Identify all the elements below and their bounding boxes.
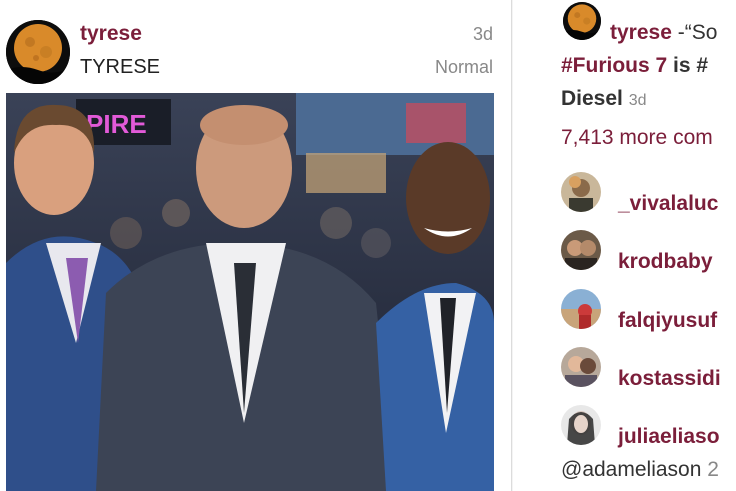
comment-username[interactable]: juliaeliaso (618, 425, 720, 449)
comment-reply: @adameliason 2 (561, 458, 719, 482)
post-age: 3d (472, 24, 493, 44)
caption-line-2: #Furious 7 is # (561, 54, 708, 78)
comment-username[interactable]: krodbaby (618, 250, 713, 274)
comment-username[interactable]: _vivalaluc (618, 192, 718, 216)
caption-line-1: tyrese -“So (610, 21, 717, 45)
caption-line3-text: Diesel (561, 87, 623, 110)
comment-item: juliaeliaso (561, 405, 736, 449)
user-avatar-icon[interactable] (6, 20, 70, 84)
comments-panel: tyrese -“So #Furious 7 is # Diesel 3d 7,… (513, 0, 736, 491)
comment-item: krodbaby (561, 230, 736, 274)
comment-item: kostassidi (561, 347, 736, 391)
post-filter: Normal (434, 57, 493, 77)
photo-sign-text: PIRE (86, 109, 147, 139)
caption-line-3: Diesel 3d (561, 87, 647, 111)
caption-text-start: -“So (671, 21, 718, 44)
post-username[interactable]: tyrese (80, 22, 142, 46)
reply-mention[interactable]: @adameliason (561, 458, 701, 481)
more-comments-link[interactable]: 7,413 more com (561, 126, 713, 150)
comment-username[interactable]: falqiyusuf (618, 309, 717, 333)
commenter-avatar-icon[interactable] (561, 405, 601, 445)
post-photo[interactable]: PIRE (6, 93, 494, 491)
caption-username[interactable]: tyrese (610, 21, 672, 44)
reply-age: 2 (701, 458, 719, 481)
caption-avatar-icon[interactable] (563, 2, 601, 40)
comment-item: falqiyusuf (561, 289, 736, 333)
commenter-avatar-icon[interactable] (561, 230, 601, 270)
comment-username[interactable]: kostassidi (618, 367, 721, 391)
caption-hashtag[interactable]: #Furious 7 (561, 54, 667, 77)
commenter-avatar-icon[interactable] (561, 172, 601, 212)
commenter-avatar-icon[interactable] (561, 347, 601, 387)
comment-item: _vivalaluc (561, 172, 736, 216)
caption-tags-rest: is # (667, 54, 709, 77)
commenter-avatar-icon[interactable] (561, 289, 601, 329)
post-card: tyrese TYRESE 3d Normal PIRE (0, 0, 512, 491)
post-fullname: TYRESE (80, 56, 161, 78)
caption-age: 3d (628, 92, 647, 109)
